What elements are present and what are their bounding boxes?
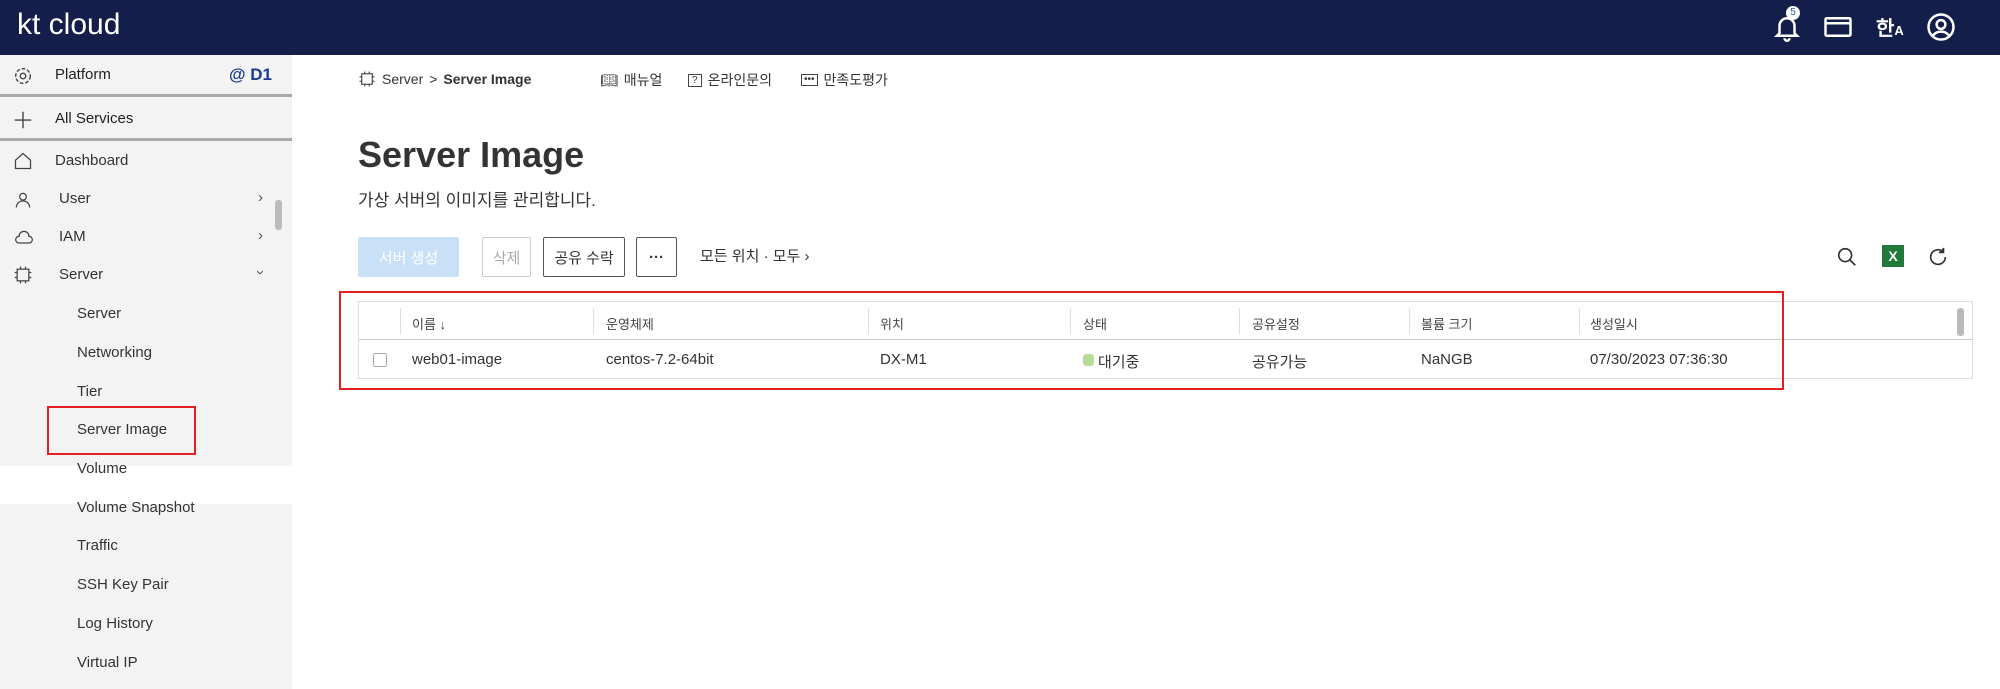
user-icon [15, 192, 31, 208]
page-subtitle: 가상 서버의 이미지를 관리합니다. [358, 191, 596, 210]
inquiry-link[interactable]: ? 온라인문의 [688, 70, 772, 90]
sidebar: Platform @ D1 All Services Dashboard Use… [0, 55, 292, 689]
sidebar-sub-volume[interactable]: Volume [77, 460, 127, 477]
sidebar-sub-ssh-key-pair[interactable]: SSH Key Pair [77, 576, 169, 593]
kt-cloud-logo[interactable]: kt cloud [17, 8, 120, 42]
dots-icon: ••• [801, 74, 818, 86]
manual-link[interactable]: 📖︎ 매뉴얼 [600, 70, 662, 90]
sidebar-platform[interactable]: Platform @ D1 [0, 55, 292, 97]
home-icon [14, 152, 32, 170]
table-scrollbar[interactable] [1957, 308, 1964, 336]
sidebar-item-dashboard[interactable]: Dashboard [55, 152, 128, 169]
sidebar-sub-log-history[interactable]: Log History [77, 615, 153, 632]
page-title: Server Image [358, 134, 585, 175]
chip-icon [14, 266, 32, 284]
book-icon: 📖︎ [600, 71, 618, 88]
chevron-right-icon: › [258, 189, 263, 206]
sidebar-scrollbar[interactable] [275, 200, 282, 230]
user-icon[interactable] [1926, 12, 1956, 42]
card-icon[interactable] [1823, 12, 1853, 42]
sidebar-sub-volume-snapshot[interactable]: Volume Snapshot [77, 499, 195, 516]
breadcrumb-current: Server Image [443, 71, 532, 87]
sidebar-sub-server[interactable]: Server [77, 305, 121, 322]
location-filter[interactable]: 모든 위치 · 모두 › [700, 245, 809, 266]
sidebar-all-services[interactable]: All Services [0, 99, 292, 141]
region-label: @ D1 [228, 64, 272, 84]
breadcrumb-parent[interactable]: Server [382, 71, 423, 87]
accept-share-button[interactable]: 공유 수락 [543, 237, 625, 277]
delete-button[interactable]: 삭제 [482, 237, 531, 277]
sidebar-item-user[interactable]: User [59, 190, 91, 207]
excel-icon[interactable]: X [1882, 245, 1904, 267]
breadcrumb-sep: > [429, 71, 438, 87]
plus-icon [14, 111, 32, 129]
create-server-button[interactable]: 서버 생성 [358, 237, 459, 277]
cloud-icon [15, 230, 33, 244]
notification-badge: 5 [1786, 6, 1800, 20]
question-icon: ? [688, 73, 702, 87]
chevron-right-icon: › [258, 227, 263, 244]
more-button[interactable]: ··· [636, 237, 677, 277]
sidebar-sub-tier[interactable]: Tier [77, 383, 102, 400]
highlight-box [47, 406, 196, 455]
top-header: kt cloud 5 한A [0, 0, 2000, 55]
language-icon[interactable]: 한A [1876, 12, 1906, 42]
chevron-down-icon: › [252, 270, 269, 275]
gear-icon [14, 67, 32, 85]
sidebar-sub-networking[interactable]: Networking [77, 344, 152, 361]
sidebar-sub-virtual-ip[interactable]: Virtual IP [77, 654, 138, 671]
refresh-icon[interactable] [1927, 246, 1949, 268]
chip-icon [359, 71, 375, 87]
sidebar-item-iam[interactable]: IAM [59, 228, 86, 245]
highlight-box [339, 291, 1784, 390]
sidebar-sub-traffic[interactable]: Traffic [77, 537, 118, 554]
sidebar-item-server[interactable]: Server [59, 266, 103, 283]
search-icon[interactable] [1836, 246, 1858, 268]
breadcrumb: Server > Server Image [358, 70, 531, 88]
survey-link[interactable]: ••• 만족도평가 [801, 70, 888, 90]
